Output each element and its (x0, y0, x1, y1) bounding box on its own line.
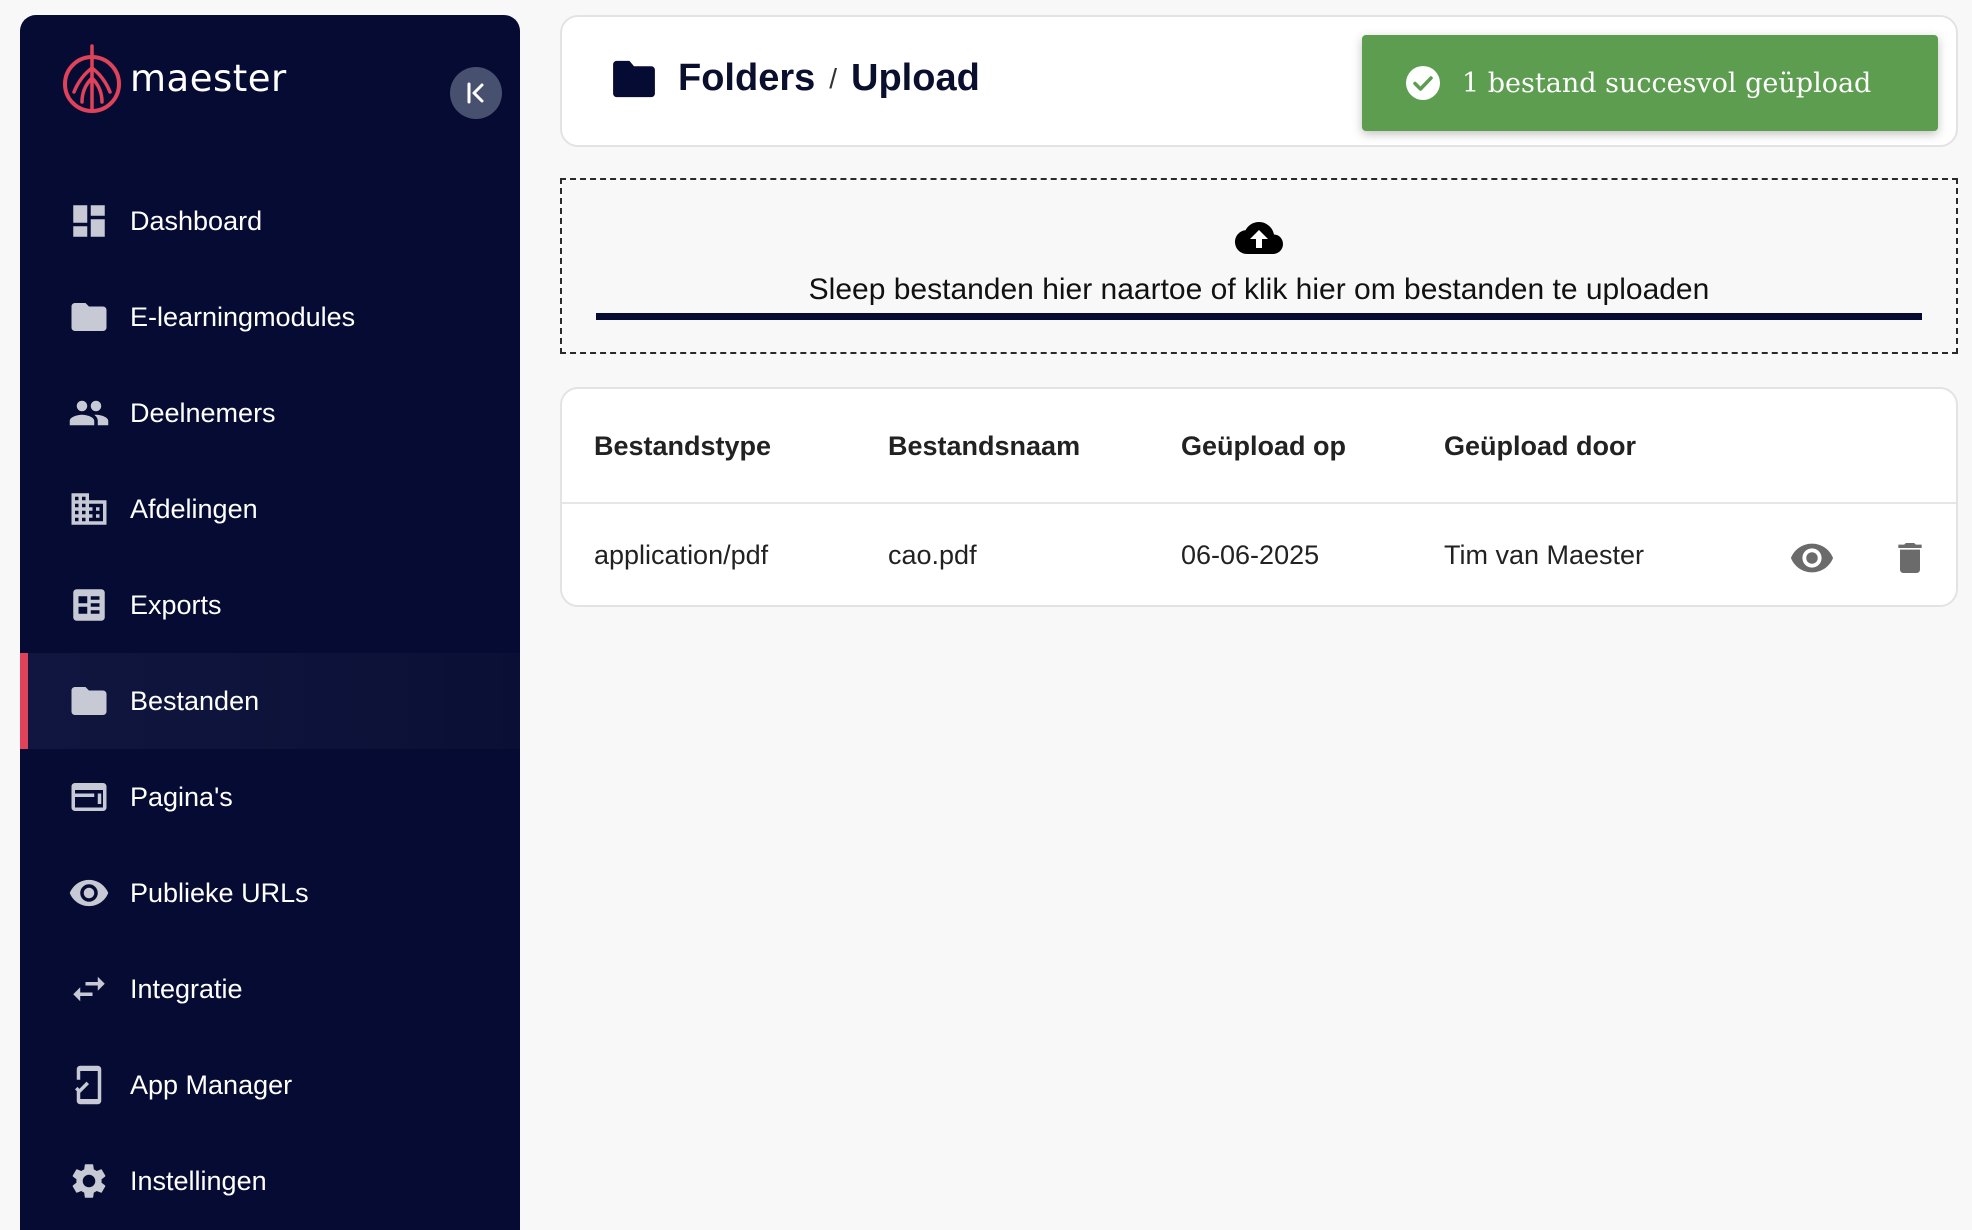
app-name: maester (130, 56, 287, 100)
sidebar-nav: Dashboard E-learningmodules Deelnemers A… (20, 173, 520, 1229)
cell-bestandstype: application/pdf (594, 540, 769, 570)
folder-icon (66, 678, 112, 724)
cell-bestandsnaam: cao.pdf (888, 540, 977, 570)
sidebar-item-app-manager[interactable]: App Manager (20, 1037, 520, 1133)
sidebar-item-label: Pagina's (130, 781, 233, 812)
sidebar-item-paginas[interactable]: Pagina's (20, 749, 520, 845)
eye-icon (66, 870, 112, 916)
building-icon (66, 486, 112, 532)
people-icon (66, 390, 112, 436)
sidebar: maester Dashboard E-learningmodules Deel… (20, 15, 520, 1230)
dashboard-icon (66, 198, 112, 244)
sidebar-item-label: Bestanden (130, 685, 260, 716)
sidebar-item-exports[interactable]: Exports (20, 557, 520, 653)
sidebar-item-label: Integratie (130, 973, 243, 1004)
collapse-sidebar-button[interactable] (450, 67, 502, 119)
breadcrumb-current: Upload (851, 57, 980, 99)
sidebar-item-label: Exports (130, 589, 222, 620)
files-table: Bestandstype Bestandsnaam Geüpload op Ge… (560, 387, 1958, 607)
file-dropzone[interactable]: Sleep bestanden hier naartoe of klik hie… (560, 178, 1958, 354)
sidebar-item-integratie[interactable]: Integratie (20, 941, 520, 1037)
sidebar-item-label: Afdelingen (130, 493, 258, 524)
sidebar-item-label: Dashboard (130, 205, 263, 236)
web-page-icon (66, 774, 112, 820)
table-header: Bestandstype Bestandsnaam Geüpload op Ge… (562, 389, 1956, 504)
toast-message: 1 bestand succesvol geüpload (1462, 67, 1872, 99)
cloud-upload-icon (1235, 222, 1283, 254)
sidebar-item-label: App Manager (130, 1069, 293, 1100)
cell-geupload-door: Tim van Maester (1444, 540, 1645, 570)
dropzone-text: Sleep bestanden hier naartoe of klik hie… (808, 273, 1710, 306)
folder-icon (613, 60, 655, 97)
cell-geupload-op: 06-06-2025 (1181, 540, 1320, 570)
folder-icon (66, 294, 112, 340)
sidebar-item-label: E-learningmodules (130, 301, 356, 332)
sidebar-item-e-learningmodules[interactable]: E-learningmodules (20, 269, 520, 365)
trash-icon (1898, 543, 1922, 573)
sidebar-item-label: Publieke URLs (130, 877, 309, 908)
sidebar-item-afdelingen[interactable]: Afdelingen (20, 461, 520, 557)
app-logo[interactable]: maester (60, 33, 287, 123)
phone-check-icon (66, 1062, 112, 1108)
collapse-left-icon (467, 82, 484, 104)
gear-icon (66, 1158, 112, 1204)
list-icon (66, 582, 112, 628)
sidebar-item-label: Deelnemers (130, 397, 276, 428)
sidebar-item-bestanden[interactable]: Bestanden (20, 653, 520, 749)
success-toast[interactable]: 1 bestand succesvol geüpload (1362, 35, 1938, 131)
sidebar-item-dashboard[interactable]: Dashboard (20, 173, 520, 269)
breadcrumb-folders-link[interactable]: Folders (678, 57, 815, 100)
upload-progress-bar (596, 313, 1922, 320)
eye-icon (1790, 543, 1834, 573)
sidebar-item-instellingen[interactable]: Instellingen (20, 1133, 520, 1229)
sidebar-item-deelnemers[interactable]: Deelnemers (20, 365, 520, 461)
swap-arrows-icon (66, 966, 112, 1012)
column-header-geupload-door[interactable]: Geüpload door (1444, 431, 1636, 462)
breadcrumb-separator: / (829, 62, 838, 94)
sidebar-item-publieke-urls[interactable]: Publieke URLs (20, 845, 520, 941)
sidebar-item-label: Instellingen (130, 1165, 267, 1196)
table-row: application/pdf cao.pdf 06-06-2025 Tim v… (562, 506, 1956, 605)
delete-file-button[interactable] (1886, 534, 1934, 582)
column-header-bestandsnaam[interactable]: Bestandsnaam (888, 431, 1080, 462)
check-circle-icon (1406, 66, 1440, 100)
breadcrumb: Folders / Upload (612, 57, 980, 100)
column-header-bestandstype[interactable]: Bestandstype (594, 431, 771, 462)
column-header-geupload-op[interactable]: Geüpload op (1181, 431, 1346, 462)
maester-logo-icon (63, 44, 121, 113)
view-file-button[interactable] (1788, 534, 1836, 582)
